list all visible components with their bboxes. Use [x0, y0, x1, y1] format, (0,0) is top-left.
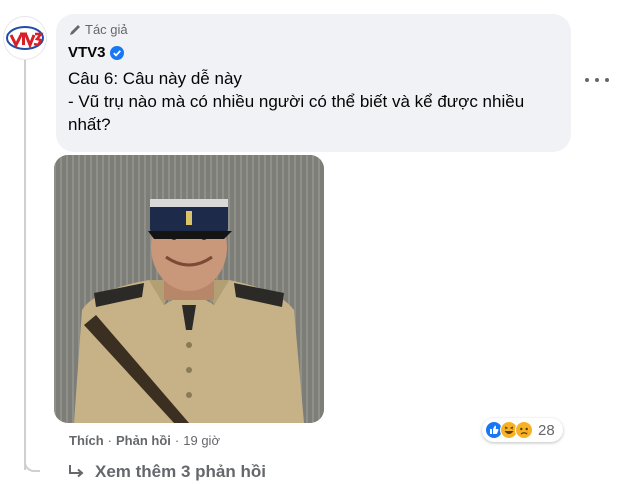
- author-name[interactable]: VTV3: [68, 44, 124, 61]
- author-badge: Tác giả: [68, 22, 128, 37]
- author-badge-label: Tác giả: [85, 22, 128, 37]
- thread-connector: [24, 452, 40, 472]
- separator: ·: [107, 433, 113, 448]
- comment-bubble: Tác giả VTV3 Câu 6: Câu này dễ này - Vũ …: [56, 14, 571, 152]
- sad-reaction-icon: [515, 421, 533, 439]
- thread-line: [24, 60, 26, 470]
- photo-man-in-uniform-icon: [54, 155, 324, 423]
- timestamp[interactable]: 19 giờ: [183, 433, 220, 448]
- vtv3-logo-icon: [4, 17, 46, 59]
- comment-actions: Thích · Phản hồi · 19 giờ: [69, 433, 220, 448]
- see-more-label[interactable]: Xem thêm 3 phản hồi: [95, 462, 266, 482]
- see-more-replies-button[interactable]: Xem thêm 3 phản hồi: [67, 462, 266, 482]
- author-name-text[interactable]: VTV3: [68, 44, 106, 61]
- pen-icon: [70, 24, 80, 35]
- comment-line: - Vũ trụ nào mà có nhiều người có thể bi…: [68, 92, 525, 134]
- comment-line: Câu 6: Câu này dễ này: [68, 69, 242, 88]
- more-options-icon[interactable]: [585, 72, 609, 88]
- comment-text: Câu 6: Câu này dễ này - Vũ trụ nào mà có…: [68, 67, 538, 136]
- avatar[interactable]: [3, 16, 47, 60]
- reply-button[interactable]: Phản hồi: [116, 433, 171, 448]
- verified-badge-icon: [109, 45, 124, 60]
- separator: ·: [174, 433, 180, 448]
- reaction-count: 28: [538, 421, 555, 439]
- comment-photo[interactable]: [54, 155, 324, 423]
- reply-arrow-icon: [69, 465, 84, 478]
- like-button[interactable]: Thích: [69, 433, 104, 448]
- reactions-summary[interactable]: 28: [482, 418, 563, 442]
